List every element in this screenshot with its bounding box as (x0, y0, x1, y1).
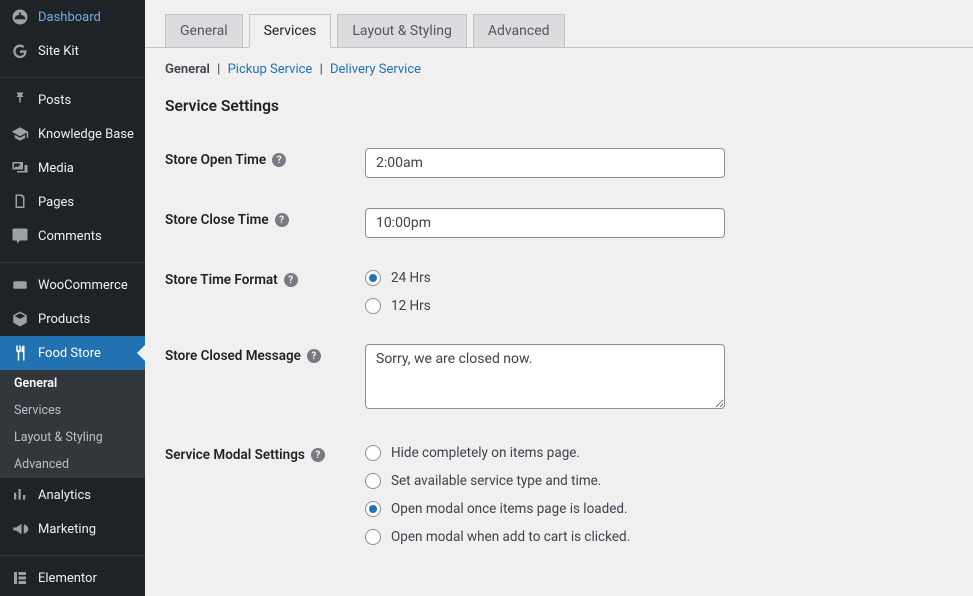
help-icon[interactable]: ? (307, 349, 321, 363)
sidebar-separator (0, 73, 145, 78)
tab-layout-styling[interactable]: Layout & Styling (337, 14, 466, 47)
sidebar-item-elementor[interactable]: Elementor (0, 561, 145, 595)
label-service-modal-settings: Service Modal Settings ? (165, 443, 365, 463)
sidebar-item-site-kit[interactable]: Site Kit (0, 34, 145, 68)
row-store-closed-message: Store Closed Message ? Sorry, we are clo… (165, 329, 953, 428)
radio-modal-hide[interactable]: Hide completely on items page. (365, 445, 953, 461)
sidebar-item-label: Site Kit (38, 44, 79, 59)
radio-24-hrs[interactable]: 24 Hrs (365, 270, 953, 286)
input-store-open-time[interactable] (365, 148, 725, 178)
subtab-general[interactable]: General (165, 62, 210, 77)
sidebar-submenu: General Services Layout & Styling Advanc… (0, 370, 145, 478)
graduation-icon (10, 124, 30, 144)
google-icon (10, 41, 30, 61)
sidebar-subitem-services[interactable]: Services (0, 397, 145, 424)
help-icon[interactable]: ? (284, 273, 298, 287)
label-store-close-time: Store Close Time ? (165, 208, 365, 228)
sidebar-item-label: Marketing (38, 522, 96, 537)
pin-icon (10, 90, 30, 110)
sidebar-item-label: Products (38, 312, 90, 327)
sidebar-item-pages[interactable]: Pages (0, 185, 145, 219)
radio-12-hrs[interactable]: 12 Hrs (365, 298, 953, 314)
section-title: Service Settings (165, 97, 953, 115)
row-store-close-time: Store Close Time ? (165, 193, 953, 253)
radio-modal-open-on-cart[interactable]: Open modal when add to cart is clicked. (365, 529, 953, 545)
input-store-close-time[interactable] (365, 208, 725, 238)
sidebar-item-label: Food Store (38, 346, 101, 361)
sidebar-item-posts[interactable]: Posts (0, 83, 145, 117)
sidebar-item-label: Analytics (38, 488, 91, 503)
help-icon[interactable]: ? (311, 448, 325, 462)
tab-general[interactable]: General (165, 14, 243, 47)
sidebar-separator (0, 258, 145, 263)
sidebar-item-label: Dashboard (38, 10, 101, 25)
radio-icon (365, 529, 381, 545)
radio-icon (365, 473, 381, 489)
row-store-time-format: Store Time Format ? 24 Hrs 12 Hrs (165, 253, 953, 329)
media-icon (10, 158, 30, 178)
tab-services[interactable]: Services (249, 14, 332, 48)
woo-icon (10, 275, 30, 295)
sidebar-separator (0, 551, 145, 556)
page-icon (10, 192, 30, 212)
box-icon (10, 309, 30, 329)
radio-icon (365, 501, 381, 517)
gauge-icon (10, 7, 30, 27)
sidebar-item-woocommerce[interactable]: WooCommerce (0, 268, 145, 302)
sidebar-item-analytics[interactable]: Analytics (0, 478, 145, 512)
help-icon[interactable]: ? (272, 153, 286, 167)
sidebar-item-label: Posts (38, 93, 71, 108)
sidebar-item-label: Knowledge Base (38, 127, 134, 142)
sidebar-subitem-general[interactable]: General (0, 370, 145, 397)
sidebar-item-products[interactable]: Products (0, 302, 145, 336)
radio-icon (365, 270, 381, 286)
label-store-open-time: Store Open Time ? (165, 148, 365, 168)
separator: | (213, 62, 224, 77)
megaphone-icon (10, 519, 30, 539)
row-store-open-time: Store Open Time ? (165, 133, 953, 193)
sidebar-item-comments[interactable]: Comments (0, 219, 145, 253)
subtab-pickup-service[interactable]: Pickup Service (228, 62, 313, 77)
chart-icon (10, 485, 30, 505)
radio-modal-set-service[interactable]: Set available service type and time. (365, 473, 953, 489)
radio-icon (365, 298, 381, 314)
sidebar-item-media[interactable]: Media (0, 151, 145, 185)
tabs-nav: General Services Layout & Styling Advanc… (145, 0, 973, 48)
radio-group-modal-settings: Hide completely on items page. Set avail… (365, 443, 953, 545)
radio-modal-open-on-load[interactable]: Open modal once items page is loaded. (365, 501, 953, 517)
sidebar-item-label: Media (38, 161, 74, 176)
sidebar-item-label: Pages (38, 195, 74, 210)
sidebar-item-label: Elementor (38, 571, 97, 586)
textarea-store-closed-message[interactable]: Sorry, we are closed now. (365, 344, 725, 409)
subtab-delivery-service[interactable]: Delivery Service (330, 62, 421, 77)
row-service-modal-settings: Service Modal Settings ? Hide completely… (165, 428, 953, 560)
separator: | (316, 62, 327, 77)
sidebar-item-label: WooCommerce (38, 278, 128, 293)
comment-icon (10, 226, 30, 246)
sub-tabs: General | Pickup Service | Delivery Serv… (165, 48, 953, 87)
sidebar-item-label: Comments (38, 229, 102, 244)
utensils-icon (10, 343, 30, 363)
sidebar-subitem-advanced[interactable]: Advanced (0, 451, 145, 478)
sidebar-item-dashboard[interactable]: Dashboard (0, 0, 145, 34)
radio-group-time-format: 24 Hrs 12 Hrs (365, 268, 953, 314)
radio-icon (365, 445, 381, 461)
sidebar-item-knowledge-base[interactable]: Knowledge Base (0, 117, 145, 151)
elementor-icon (10, 568, 30, 588)
tab-advanced[interactable]: Advanced (473, 14, 565, 47)
sidebar-subitem-layout-styling[interactable]: Layout & Styling (0, 424, 145, 451)
label-store-time-format: Store Time Format ? (165, 268, 365, 288)
admin-sidebar: Dashboard Site Kit Posts Knowledge Base … (0, 0, 145, 596)
label-store-closed-message: Store Closed Message ? (165, 344, 365, 364)
main-content: General Services Layout & Styling Advanc… (145, 0, 973, 596)
sidebar-item-marketing[interactable]: Marketing (0, 512, 145, 546)
sidebar-item-food-store[interactable]: Food Store (0, 336, 145, 370)
help-icon[interactable]: ? (275, 213, 289, 227)
